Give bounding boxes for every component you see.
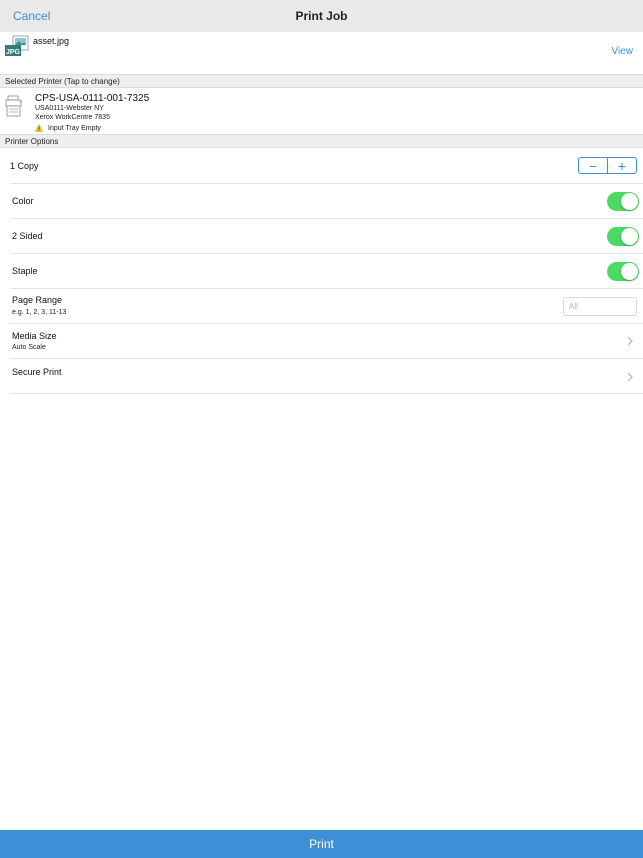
minus-icon: −	[588, 157, 598, 174]
copies-label: 1 Copy	[10, 161, 39, 171]
page-range-row: Page Range e.g. 1, 2, 3, 11-13	[10, 289, 643, 324]
print-button[interactable]: Print	[0, 830, 643, 858]
printer-icon	[5, 95, 22, 117]
copies-stepper: − +	[578, 157, 637, 174]
color-row: Color	[10, 184, 643, 219]
navigation-bar: Cancel Print Job	[0, 0, 643, 33]
printer-model: Xerox WorkCentre 7835	[35, 114, 110, 121]
increment-button[interactable]: +	[607, 158, 636, 173]
staple-label: Staple	[12, 266, 38, 276]
printer-warning-text: Input Tray Empty	[48, 125, 101, 132]
staple-row: Staple	[10, 254, 643, 289]
chevron-right-icon	[627, 372, 633, 382]
copies-row: 1 Copy	[10, 149, 643, 184]
two-sided-row: 2 Sided	[10, 219, 643, 254]
secure-print-label: Secure Print	[12, 367, 62, 377]
color-label: Color	[12, 196, 34, 206]
two-sided-label: 2 Sided	[12, 231, 43, 241]
toggle-knob	[621, 228, 638, 245]
page-title: Print Job	[295, 9, 348, 23]
printer-location: USA0111-Webster NY	[35, 105, 104, 112]
media-size-value: Auto Scale	[12, 344, 46, 351]
view-button[interactable]: View	[612, 46, 634, 57]
two-sided-toggle[interactable]	[607, 227, 639, 246]
warning-icon	[35, 124, 43, 132]
decrement-button[interactable]: −	[579, 158, 607, 173]
toggle-knob	[621, 263, 638, 280]
staple-toggle[interactable]	[607, 262, 639, 281]
page-range-label: Page Range	[12, 295, 63, 305]
file-name: asset.jpg	[33, 36, 70, 46]
jpg-file-icon: JPG	[5, 35, 29, 56]
printer-options-header: Printer Options	[0, 134, 643, 148]
page-range-input[interactable]	[563, 297, 637, 316]
selected-printer-header: Selected Printer (Tap to change)	[0, 74, 643, 88]
color-toggle[interactable]	[607, 192, 639, 211]
printer-name: CPS-USA-0111-001-7325	[35, 93, 150, 104]
toggle-knob	[621, 193, 638, 210]
file-row	[0, 32, 643, 74]
jpg-file-icon-label: JPG	[6, 49, 21, 56]
page-range-hint: e.g. 1, 2, 3, 11-13	[12, 309, 67, 316]
media-size-row[interactable]: Media Size Auto Scale	[10, 324, 643, 359]
plus-icon: +	[617, 157, 627, 174]
chevron-right-icon	[627, 336, 633, 346]
media-size-label: Media Size	[12, 331, 57, 341]
secure-print-row[interactable]: Secure Print	[10, 359, 643, 394]
